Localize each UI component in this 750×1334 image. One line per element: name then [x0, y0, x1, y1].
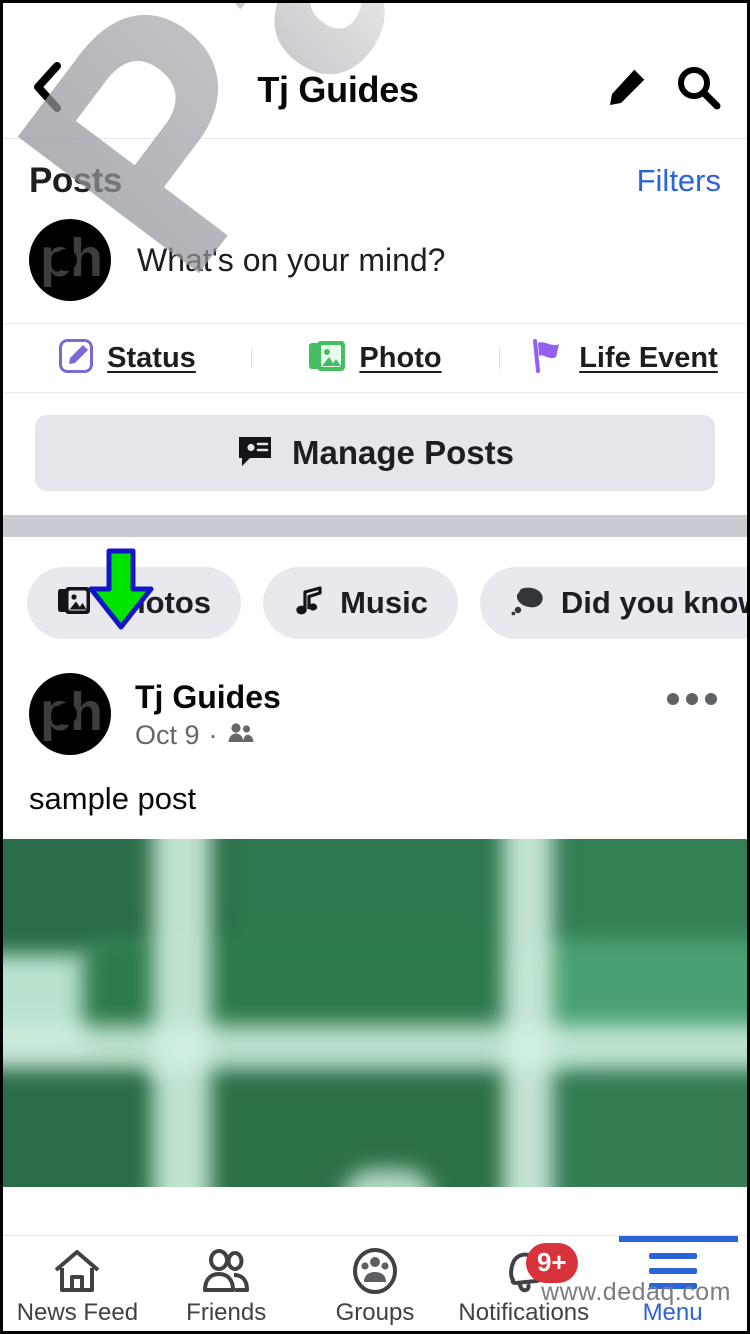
notifications-badge: 9+: [525, 1242, 578, 1283]
nav-label: Friends: [186, 1298, 267, 1326]
hamburger-line: [648, 1267, 697, 1274]
header-actions: [601, 64, 721, 115]
page-title: Tj Guides: [257, 68, 419, 110]
manage-posts-label: Manage Posts: [292, 434, 514, 471]
chevron-left-icon: [29, 62, 63, 117]
posts-section-header: Posts Filters: [3, 139, 747, 207]
nav-label: Menu: [642, 1298, 703, 1326]
composer-input[interactable]: What's on your mind?: [137, 242, 445, 279]
post-timestamp: Oct 9: [135, 720, 200, 750]
home-icon: [53, 1247, 101, 1295]
music-note-icon: [293, 585, 325, 622]
nav-label: Groups: [335, 1298, 415, 1326]
manage-posts-wrap: Manage Posts: [3, 393, 747, 515]
post-composer[interactable]: ph What's on your mind?: [3, 207, 747, 323]
composer-action-life-event[interactable]: Life Event: [499, 338, 747, 379]
active-tab-indicator: [619, 1236, 739, 1242]
composer-action-label: Life Event: [579, 341, 718, 374]
chip-label: Music: [340, 585, 428, 620]
post-author[interactable]: Tj Guides: [135, 679, 281, 716]
friends-icon: [227, 722, 255, 749]
comment-lines-icon: [236, 434, 274, 473]
avatar[interactable]: ph: [29, 219, 111, 301]
app-header: Tj Guides: [3, 41, 747, 139]
phone-screen: Tj Guides Posts Filters ph: [0, 0, 750, 1334]
manage-posts-button[interactable]: Manage Posts: [35, 415, 715, 491]
post-photo[interactable]: [3, 839, 747, 1187]
composer-action-label: Status: [107, 341, 196, 374]
post-body-text: sample post: [29, 781, 197, 816]
filters-button[interactable]: Filters: [637, 163, 721, 199]
chip-did-you-know[interactable]: Did you know: [479, 567, 750, 639]
nav-label: Notifications: [458, 1298, 590, 1326]
ellipsis-icon: [686, 693, 698, 705]
hamburger-line: [648, 1252, 697, 1259]
nav-item-news-feed[interactable]: News Feed: [3, 1236, 152, 1331]
section-divider: [3, 515, 747, 537]
posts-heading: Posts: [29, 161, 122, 200]
chip-label: Photos: [106, 585, 212, 620]
avatar-inner-dot: [55, 703, 77, 725]
chip-label: Did you know: [560, 585, 750, 620]
pencil-icon[interactable]: [605, 65, 649, 114]
post-meta: Tj Guides Oct 9 ·: [135, 673, 281, 751]
bell-icon: 9+: [500, 1242, 578, 1295]
thought-bubble-icon: [510, 586, 546, 621]
quick-action-chips: Photos Music Did you know: [3, 537, 747, 667]
pencil-square-icon: [58, 338, 94, 379]
nav-label: News Feed: [16, 1298, 139, 1326]
photo-icon: [308, 339, 346, 378]
chip-music[interactable]: Music: [263, 567, 458, 639]
nav-item-notifications[interactable]: 9+ Notifications: [449, 1236, 598, 1331]
nav-item-menu[interactable]: Menu: [598, 1236, 747, 1331]
post-separator-dot: ·: [208, 720, 218, 750]
composer-action-photo[interactable]: Photo: [251, 339, 499, 378]
chip-photos[interactable]: Photos: [27, 567, 242, 639]
nav-item-friends[interactable]: Friends: [152, 1236, 301, 1331]
photo-icon: [57, 586, 91, 621]
status-bar: [3, 3, 747, 41]
composer-action-row: Status Photo Life Event: [3, 323, 747, 393]
hamburger-icon: [648, 1247, 697, 1295]
post-subtitle: Oct 9 ·: [135, 720, 281, 751]
avatar-inner-dot: [55, 249, 77, 271]
avatar[interactable]: ph: [29, 673, 111, 755]
ellipsis-icon: [705, 693, 717, 705]
ellipsis-icon: [667, 693, 679, 705]
nav-item-groups[interactable]: Groups: [301, 1236, 450, 1331]
back-button[interactable]: [29, 62, 75, 117]
friends-icon: [201, 1247, 251, 1295]
bottom-navigation: News Feed Friends Groups 9+ Notification…: [3, 1235, 747, 1331]
post-header: ph Tj Guides Oct 9 ·: [3, 667, 747, 755]
search-icon[interactable]: [675, 64, 721, 115]
post-menu-button[interactable]: [667, 693, 717, 705]
flag-icon: [528, 338, 566, 379]
composer-action-status[interactable]: Status: [3, 338, 251, 379]
hamburger-line: [648, 1282, 697, 1289]
composer-action-label: Photo: [359, 341, 442, 374]
groups-icon: [351, 1247, 399, 1295]
